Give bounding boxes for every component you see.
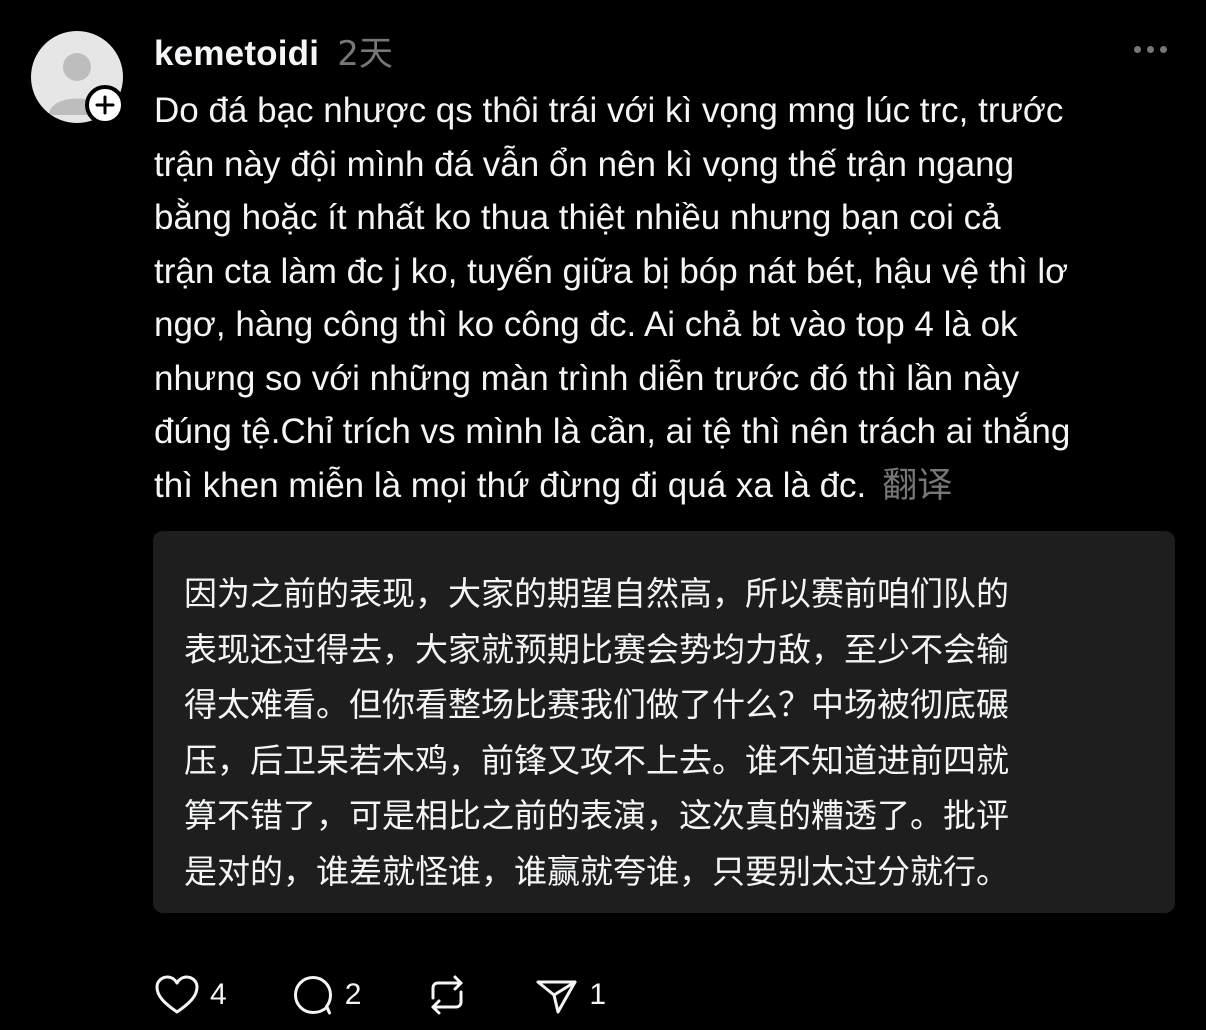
more-dot-icon: [1159, 45, 1167, 53]
post-body-line: Do đá bạc nhược qs thôi trái với kì vọng…: [154, 91, 1064, 130]
share-button[interactable]: 1: [535, 974, 606, 1016]
post-header: kemetoidi 2天: [154, 26, 393, 74]
post-body-line: đúng tệ.Chỉ trích vs mình là cần, ai tệ …: [154, 412, 1071, 451]
follow-button[interactable]: [85, 85, 125, 125]
translation-line: 因为之前的表现，大家的期望自然高，所以赛前咱们队的: [184, 574, 1009, 613]
translation-panel: 因为之前的表现，大家的期望自然高，所以赛前咱们队的 表现还过得去，大家就预期比赛…: [153, 531, 1175, 913]
repost-button[interactable]: [425, 974, 469, 1016]
post-body-line: ngơ, hàng công thì ko công đc. Ai chả bt…: [154, 305, 1018, 344]
send-icon: [536, 980, 577, 1014]
more-dot-icon: [1133, 45, 1141, 53]
translate-link[interactable]: 翻译: [882, 466, 952, 506]
avatar-container[interactable]: [31, 31, 125, 125]
translation-line: 算不错了，可是相比之前的表演，这次真的糟透了。批评: [184, 796, 1009, 835]
post-time: 2天: [337, 34, 393, 74]
like-button[interactable]: 4: [154, 974, 227, 1016]
post-body-line: trận này đội mình đá vẫn ổn nên kì vọng …: [154, 144, 1015, 184]
heart-icon: [155, 975, 199, 1014]
translation-line: 是对的，谁差就怪谁，谁赢就夸谁，只要别太过分就行。: [184, 851, 1009, 891]
username[interactable]: kemetoidi: [154, 34, 319, 74]
repost-icon: [431, 975, 463, 1015]
translation-line: 得太难看。但你看整场比赛我们做了什么？中场被彻底碾: [184, 685, 1009, 724]
post-body-line-last: thì khen miễn là mọi thứ đừng đi quá xa …: [154, 459, 1184, 514]
post-body-line: thì khen miễn là mọi thứ đừng đi quá xa …: [154, 465, 867, 505]
translation-line: 压，后卫呆若木鸡，前锋又攻不上去。谁不知道进前四就: [184, 740, 1009, 780]
more-dot-icon: [1146, 45, 1154, 53]
thread-post: kemetoidi 2天 Do đá bạc nhược qs thôi trá…: [0, 0, 1206, 1030]
post-body-line: bằng hoặc ít nhất ko thua thiệt nhiều nh…: [154, 198, 1001, 237]
like-count: 4: [210, 978, 227, 1011]
share-count: 1: [589, 978, 607, 1011]
comment-icon: [293, 976, 332, 1015]
plus-icon: [95, 95, 115, 115]
post-body-line: nhưng so với những màn trình diễn trước …: [154, 358, 1020, 398]
reply-button[interactable]: 2: [291, 974, 362, 1016]
more-options-button[interactable]: [1128, 36, 1172, 62]
post-body: Do đá bạc nhược qs thôi trái với kì vọng…: [154, 84, 1184, 513]
reply-count: 2: [344, 978, 362, 1011]
action-bar: 4 2 1: [154, 970, 646, 1020]
post-body-line: trận cta làm đc j ko, tuyến giữa bị bóp …: [154, 251, 1069, 291]
translation-line: 表现还过得去，大家就预期比赛会势均力敌，至少不会输: [184, 629, 1009, 669]
